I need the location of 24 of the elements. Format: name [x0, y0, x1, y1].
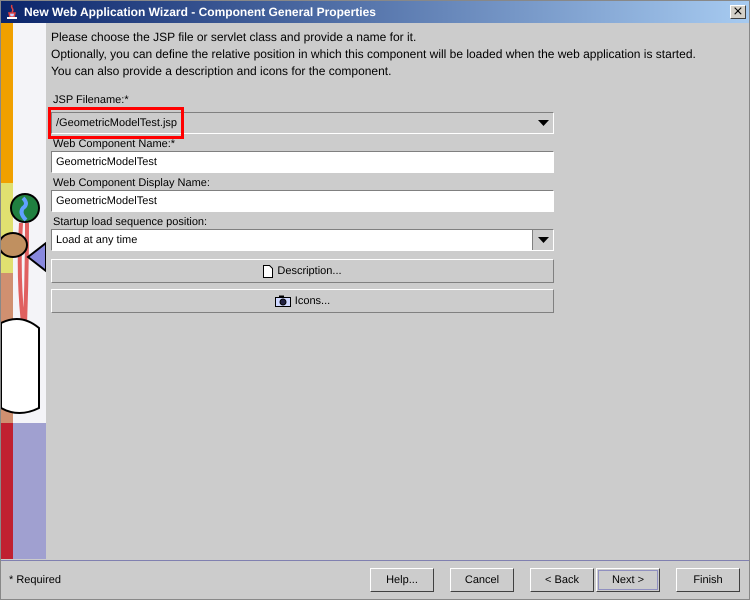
instruction-text: You can also provide a description and icons for the component.: [51, 63, 392, 80]
camera-icon: [274, 295, 291, 307]
dialog-button[interactable]: Finish: [676, 568, 740, 592]
field-label: Startup load sequence position:: [53, 216, 208, 228]
instruction-text: Please choose the JSP file or servlet class and provide a name for it.: [51, 29, 418, 46]
dropdown[interactable]: Load at any time: [51, 229, 554, 251]
app-icon: [4, 4, 20, 20]
dialog-button[interactable]: Cancel: [450, 568, 514, 592]
text-field[interactable]: GeometricModelTest: [51, 190, 554, 212]
window-title: New Web Application Wizard - Component General Properties: [24, 5, 377, 19]
required-note: * Required: [9, 574, 62, 586]
action-button[interactable]: Description...: [51, 259, 554, 283]
action-button[interactable]: Icons...: [51, 289, 554, 313]
field-label: Web Component Display Name:: [53, 177, 211, 189]
field-label: Web Component Name:*: [53, 138, 176, 150]
field-label: JSP Filename:*: [53, 94, 130, 106]
dialog-button[interactable]: Next >: [596, 568, 660, 592]
dialog-button[interactable]: Help...: [370, 568, 434, 592]
dialog-button[interactable]: < Back: [530, 568, 594, 592]
close-button[interactable]: ×: [730, 5, 746, 19]
text-field[interactable]: GeometricModelTest: [51, 151, 554, 173]
instruction-text: Optionally, you can define the relative position in which this component will be loaded when the web application is started.: [51, 46, 697, 63]
dropdown[interactable]: /GeometricModelTest.jsp: [51, 112, 554, 134]
document-icon: [263, 264, 274, 278]
